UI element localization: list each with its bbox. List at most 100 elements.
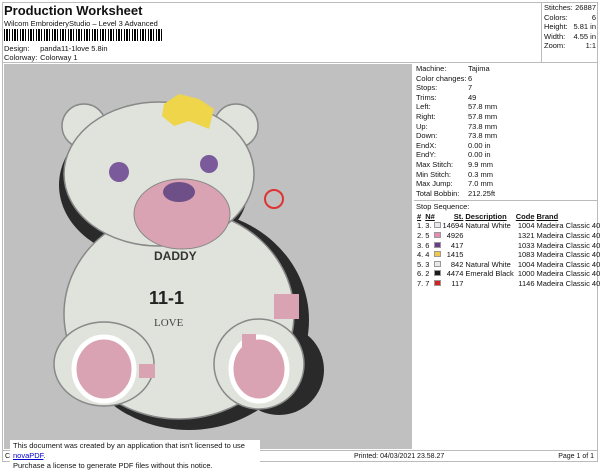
stat-row: Colors: 6 — [544, 13, 596, 23]
column-header: Description — [464, 212, 514, 221]
stitch-count: 4926 — [442, 231, 465, 241]
notice-period: . — [43, 451, 45, 460]
stop-row: 2.549261321Madeira Classic 40 — [416, 231, 600, 241]
thread-description — [464, 231, 514, 241]
stitch-count: 117 — [442, 279, 465, 289]
color-swatch-cell — [433, 269, 442, 279]
needle-number: 7 — [424, 279, 432, 289]
colorway-row: Colorway: Colorway 1 — [4, 53, 78, 62]
detail-row: Trims:49 — [414, 93, 598, 103]
detail-row: EndX:0.00 in — [414, 141, 598, 151]
thread-description: Natural White — [464, 221, 514, 231]
detail-value: 7 — [468, 83, 472, 93]
thread-description — [464, 241, 514, 251]
color-swatch — [434, 222, 441, 228]
color-swatch — [434, 270, 441, 276]
stop-index: 3. — [416, 241, 424, 251]
detail-row: Stops:7 — [414, 83, 598, 93]
stitch-count: 4474 — [442, 269, 465, 279]
detail-value: 49 — [468, 93, 476, 103]
detail-label: Max Stitch: — [416, 160, 468, 170]
color-swatch — [434, 280, 441, 286]
thread-brand: Madeira Classic 40 — [536, 241, 600, 251]
barcode — [4, 29, 164, 41]
detail-row: Machine:Tajima — [414, 64, 598, 74]
detail-label: EndX: — [416, 141, 468, 151]
stat-value: 4.55 in — [573, 32, 596, 42]
stat-value: 6 — [592, 13, 596, 23]
teddy-bear-embroidery: DADDY 11-1 LOVE — [4, 64, 412, 449]
design-label: Design: — [4, 44, 38, 53]
stitch-count: 1415 — [442, 250, 465, 260]
thread-brand: Madeira Classic 40 — [536, 231, 600, 241]
stat-label: Height: — [544, 22, 568, 32]
detail-label: Total Bobbin: — [416, 189, 468, 199]
color-swatch — [434, 251, 441, 257]
stat-label: Colors: — [544, 13, 568, 23]
detail-label: Stops: — [416, 83, 468, 93]
detail-row: Max Stitch:9.9 mm — [414, 160, 598, 170]
column-header: N# — [424, 212, 441, 221]
stat-label: Stitches: — [544, 3, 573, 13]
detail-label: Right: — [416, 112, 468, 122]
stat-value: 26887 — [575, 3, 596, 13]
detail-row: Color changes:6 — [414, 74, 598, 84]
page-title: Production Worksheet — [4, 3, 142, 18]
thread-description: Natural White — [464, 260, 514, 270]
stop-index: 4. — [416, 250, 424, 260]
needle-number: 3 — [424, 260, 432, 270]
needle-number: 3. — [424, 221, 432, 231]
needle-number: 5 — [424, 231, 432, 241]
thread-code: 1004 — [515, 260, 536, 270]
stat-row: Height:5.81 in — [544, 22, 596, 32]
thread-code: 1004 — [515, 221, 536, 231]
colorway-label: Colorway: — [4, 53, 38, 62]
detail-value: 9.9 mm — [468, 160, 493, 170]
stat-value: 1:1 — [586, 41, 596, 51]
notice-line2: Purchase a license to generate PDF files… — [13, 461, 257, 471]
detail-value: Tajima — [468, 64, 490, 74]
detail-label: Trims: — [416, 93, 468, 103]
detail-value: 57.8 mm — [468, 112, 497, 122]
stop-row: 4.414151083Madeira Classic 40 — [416, 250, 600, 260]
detail-label: Max Jump: — [416, 179, 468, 189]
love-text: LOVE — [154, 317, 184, 329]
license-notice: This document was created by an applicat… — [10, 440, 260, 462]
color-swatch-cell — [433, 221, 442, 231]
printed-date: Printed: 04/03/2021 23.58.27 — [354, 453, 444, 460]
stop-sequence-table: #N#St.DescriptionCodeBrand 1.3.14694Natu… — [416, 212, 600, 288]
stop-sequence-title: Stop Sequence: — [414, 200, 598, 212]
stop-row: 3.64171033Madeira Classic 40 — [416, 241, 600, 251]
stop-index: 7. — [416, 279, 424, 289]
thread-brand: Madeira Classic 40 — [536, 279, 600, 289]
thread-brand: Madeira Classic 40 — [536, 221, 600, 231]
novapdf-link[interactable]: novaPDF — [13, 451, 43, 460]
stop-row: 1.3.14694Natural White1004Madeira Classi… — [416, 221, 600, 231]
detail-value: 73.8 mm — [468, 131, 497, 141]
stitch-count: 842 — [442, 260, 465, 270]
detail-value: 0.00 in — [468, 150, 491, 160]
color-swatch-cell — [433, 250, 442, 260]
detail-label: Min Stitch: — [416, 170, 468, 180]
thread-code: 1033 — [515, 241, 536, 251]
detail-row: Total Bobbin:212.25ft — [414, 189, 598, 199]
detail-value: 6 — [468, 74, 472, 84]
number-text: 11-1 — [149, 288, 184, 308]
color-swatch — [434, 232, 441, 238]
needle-number: 2 — [424, 269, 432, 279]
needle-number: 4 — [424, 250, 432, 260]
daddy-text: DADDY — [154, 249, 197, 263]
notice-line1: This document was created by an applicat… — [13, 441, 245, 450]
color-swatch-cell — [433, 241, 442, 251]
color-swatch-cell — [433, 231, 442, 241]
stat-row: Zoom: 1:1 — [544, 41, 596, 51]
thread-brand: Madeira Classic 40 — [536, 250, 600, 260]
thread-description — [464, 279, 514, 289]
detail-label: Left: — [416, 102, 468, 112]
stop-row: 5.3842Natural White1004Madeira Classic 4… — [416, 260, 600, 270]
colorway-value: Colorway 1 — [40, 53, 78, 62]
stop-index: 6. — [416, 269, 424, 279]
stat-label: Zoom: — [544, 41, 565, 51]
details-panel: Machine:TajimaColor changes:6Stops:7Trim… — [414, 64, 598, 288]
thread-code: 1000 — [515, 269, 536, 279]
